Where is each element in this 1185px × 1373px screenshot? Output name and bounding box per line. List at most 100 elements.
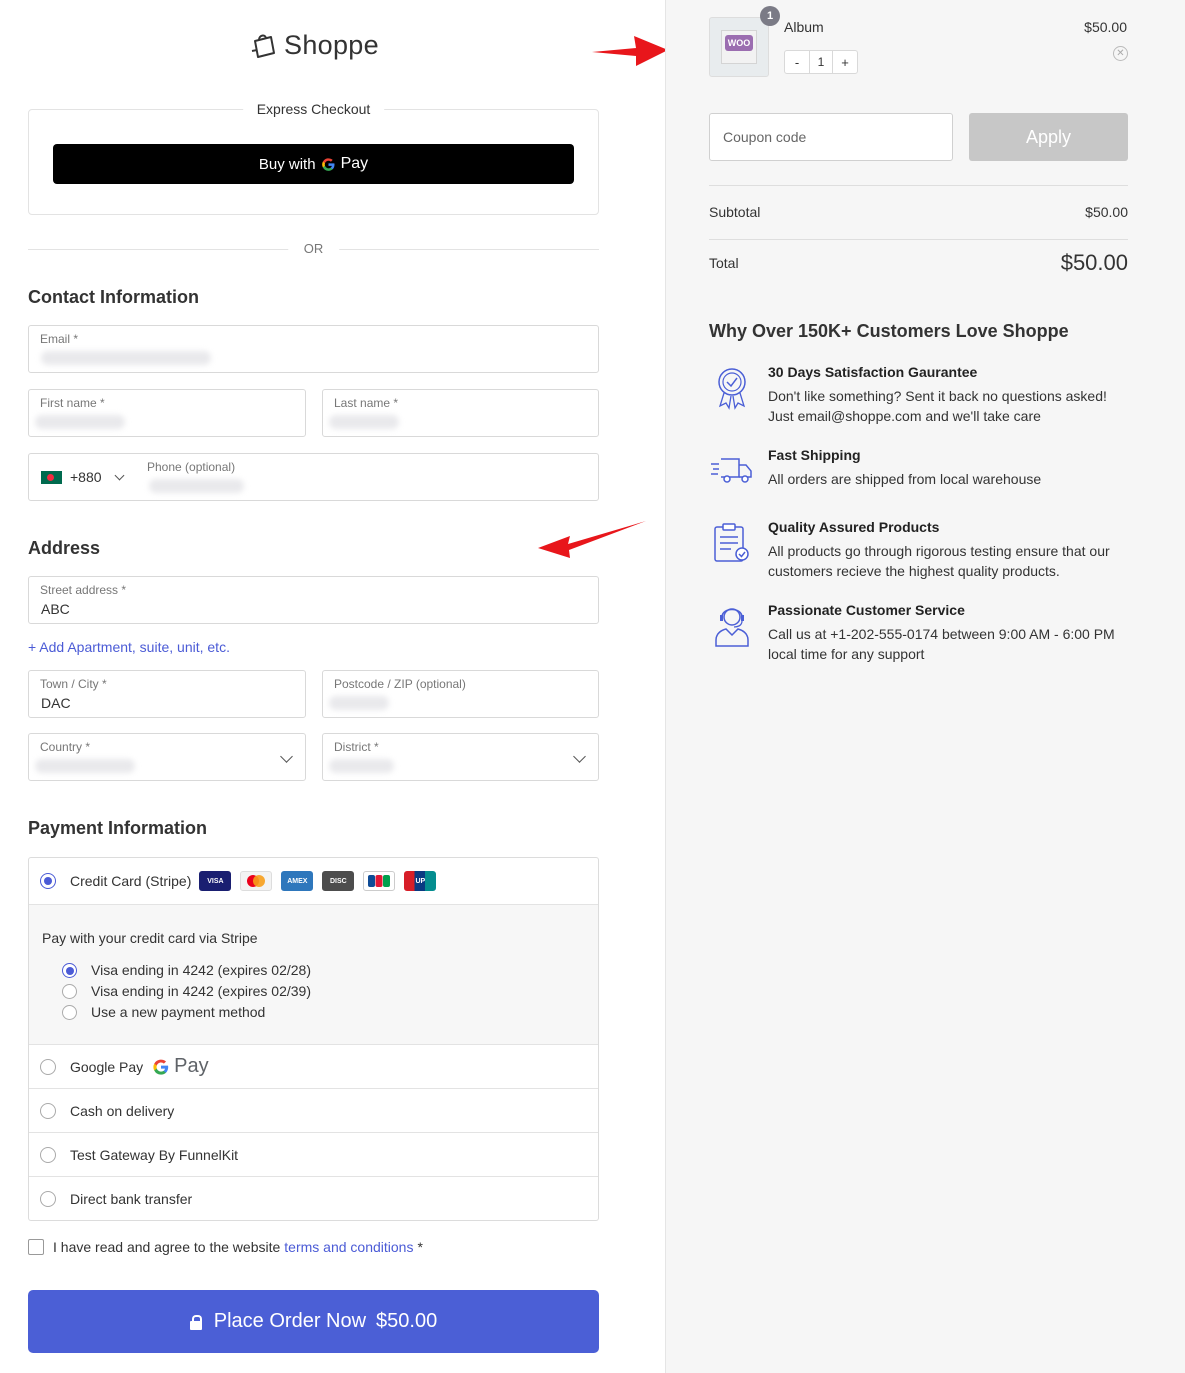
google-pay-radio[interactable] bbox=[40, 1058, 56, 1075]
subtotal-row: Subtotal $50.00 bbox=[709, 204, 1128, 220]
shopping-bag-icon bbox=[251, 34, 276, 58]
or-label: OR bbox=[287, 241, 340, 256]
feature-description: All orders are shipped from local wareho… bbox=[768, 471, 1042, 487]
address-section-title: Address bbox=[28, 538, 101, 558]
summary-divider bbox=[709, 185, 1128, 186]
google-pay-logo-text: Pay bbox=[174, 1055, 209, 1077]
add-apartment-link[interactable]: + Add Apartment, suite, unit, etc. bbox=[28, 639, 230, 655]
award-badge-icon bbox=[718, 368, 746, 410]
apply-coupon-button[interactable]: Apply bbox=[969, 113, 1128, 161]
saved-method-radio[interactable] bbox=[62, 962, 77, 978]
brand-logo[interactable]: Shoppe bbox=[0, 30, 627, 61]
district-redacted-value bbox=[329, 759, 394, 773]
terms-link[interactable]: terms and conditions bbox=[284, 1239, 413, 1255]
email-label: Email * bbox=[40, 332, 79, 346]
payment-option-bank-transfer[interactable]: Direct bank transfer bbox=[29, 1176, 598, 1220]
chevron-down-icon bbox=[573, 750, 586, 763]
phone-field[interactable]: +880 Phone (optional) bbox=[28, 453, 599, 501]
place-order-button[interactable]: Place Order Now $50.00 bbox=[28, 1290, 599, 1353]
credit-card-label: Credit Card (Stripe) bbox=[70, 873, 192, 889]
annotation-arrow-icon bbox=[592, 36, 668, 66]
order-summary-column: WOO 1 Album $50.00 ✕ - 1 + Coupon code A… bbox=[665, 0, 1185, 1373]
quantity-value[interactable]: 1 bbox=[809, 51, 833, 73]
payment-option-cod[interactable]: Cash on delivery bbox=[29, 1088, 598, 1132]
stripe-payment-panel: Pay with your credit card via Stripe Vis… bbox=[29, 904, 598, 1044]
first-name-redacted-value bbox=[35, 415, 125, 429]
district-label: District * bbox=[334, 740, 379, 754]
quantity-stepper: - 1 + bbox=[784, 50, 858, 74]
phone-label: Phone (optional) bbox=[147, 460, 236, 474]
chevron-down-icon bbox=[114, 470, 124, 480]
summary-divider bbox=[709, 239, 1128, 240]
last-name-field[interactable]: Last name * bbox=[322, 389, 599, 437]
new-payment-method-label: Use a new payment method bbox=[91, 1004, 266, 1020]
decrease-quantity-button[interactable]: - bbox=[785, 51, 809, 73]
bank-transfer-radio[interactable] bbox=[40, 1190, 56, 1207]
brand-name: Shoppe bbox=[284, 30, 379, 60]
saved-method-option[interactable]: Visa ending in 4242 (expires 02/28) bbox=[62, 962, 311, 978]
new-payment-method-radio[interactable] bbox=[62, 1004, 77, 1020]
street-address-field[interactable]: Street address * ABC bbox=[28, 576, 599, 624]
place-order-amount: $50.00 bbox=[376, 1310, 438, 1332]
test-gateway-radio[interactable] bbox=[40, 1146, 56, 1163]
feature-title: Quality Assured Products bbox=[768, 519, 940, 535]
city-field[interactable]: Town / City * DAC bbox=[28, 670, 306, 718]
google-g-icon bbox=[321, 157, 335, 171]
card-brand-logos: VISA AMEX DISC UP bbox=[199, 871, 437, 891]
express-checkout-title: Express Checkout bbox=[242, 101, 385, 117]
postcode-label: Postcode / ZIP (optional) bbox=[334, 677, 466, 691]
saved-method-label: Visa ending in 4242 (expires 02/39) bbox=[91, 983, 312, 999]
contact-section-title: Contact Information bbox=[28, 287, 199, 307]
payment-option-credit-card[interactable]: Credit Card (Stripe) VISA AMEX DISC UP bbox=[29, 858, 598, 904]
cod-radio[interactable] bbox=[40, 1102, 56, 1119]
buy-with-gpay-button[interactable]: Buy with Pay bbox=[53, 144, 574, 184]
postcode-field[interactable]: Postcode / ZIP (optional) bbox=[322, 670, 599, 718]
payment-option-google-pay[interactable]: Google Pay Pay bbox=[29, 1044, 598, 1088]
bangladesh-flag-icon bbox=[41, 470, 62, 484]
increase-quantity-button[interactable]: + bbox=[833, 51, 857, 73]
remove-item-icon[interactable]: ✕ bbox=[1113, 46, 1128, 61]
test-gateway-label: Test Gateway By FunnelKit bbox=[70, 1146, 239, 1163]
or-divider: OR bbox=[28, 241, 599, 259]
payment-methods-box: Credit Card (Stripe) VISA AMEX DISC UP P… bbox=[28, 857, 599, 1221]
visa-card-icon: VISA bbox=[199, 871, 232, 891]
country-label: Country * bbox=[40, 740, 91, 754]
saved-method-option[interactable]: Visa ending in 4242 (expires 02/39) bbox=[62, 983, 311, 999]
feature-title: Passionate Customer Service bbox=[768, 602, 965, 618]
postcode-redacted-value bbox=[329, 696, 389, 710]
street-address-label: Street address * bbox=[40, 583, 127, 597]
new-payment-method-option[interactable]: Use a new payment method bbox=[62, 1004, 265, 1020]
first-name-label: First name * bbox=[40, 396, 105, 410]
email-field[interactable]: Email * bbox=[28, 325, 599, 373]
last-name-redacted-value bbox=[329, 415, 399, 429]
first-name-field[interactable]: First name * bbox=[28, 389, 306, 437]
woo-logo: WOO bbox=[725, 35, 753, 51]
country-code-selector[interactable]: +880 bbox=[29, 454, 149, 500]
product-thumbnail: WOO bbox=[709, 17, 769, 77]
bank-transfer-label: Direct bank transfer bbox=[70, 1190, 193, 1207]
gpay-pay-label: Pay bbox=[340, 155, 369, 172]
total-value: $50.00 bbox=[1060, 250, 1128, 275]
unionpay-card-icon: UP bbox=[404, 871, 437, 891]
place-order-label: Place Order Now bbox=[213, 1310, 367, 1332]
payment-option-test-gateway[interactable]: Test Gateway By FunnelKit bbox=[29, 1132, 598, 1176]
feature-title: 30 Days Satisfaction Gaurantee bbox=[768, 364, 978, 380]
country-select[interactable]: Country * bbox=[28, 733, 306, 781]
mastercard-icon bbox=[240, 871, 273, 891]
phone-redacted-value bbox=[149, 479, 244, 493]
saved-method-label: Visa ending in 4242 (expires 02/28) bbox=[91, 962, 312, 978]
buy-with-label: Buy with bbox=[258, 155, 316, 173]
feature-title: Fast Shipping bbox=[768, 447, 861, 463]
terms-required-mark: * bbox=[417, 1239, 423, 1255]
city-label: Town / City * bbox=[40, 677, 107, 691]
lock-icon bbox=[189, 1314, 202, 1330]
cart-item-price: $50.00 bbox=[1084, 19, 1127, 35]
chevron-down-icon bbox=[280, 750, 293, 763]
subtotal-label: Subtotal bbox=[709, 204, 761, 220]
coupon-code-input[interactable]: Coupon code bbox=[709, 113, 953, 161]
google-pay-label: Google Pay bbox=[70, 1058, 144, 1075]
terms-checkbox[interactable] bbox=[28, 1239, 44, 1255]
saved-method-radio[interactable] bbox=[62, 983, 77, 999]
district-select[interactable]: District * bbox=[322, 733, 599, 781]
credit-card-radio[interactable] bbox=[40, 873, 56, 889]
